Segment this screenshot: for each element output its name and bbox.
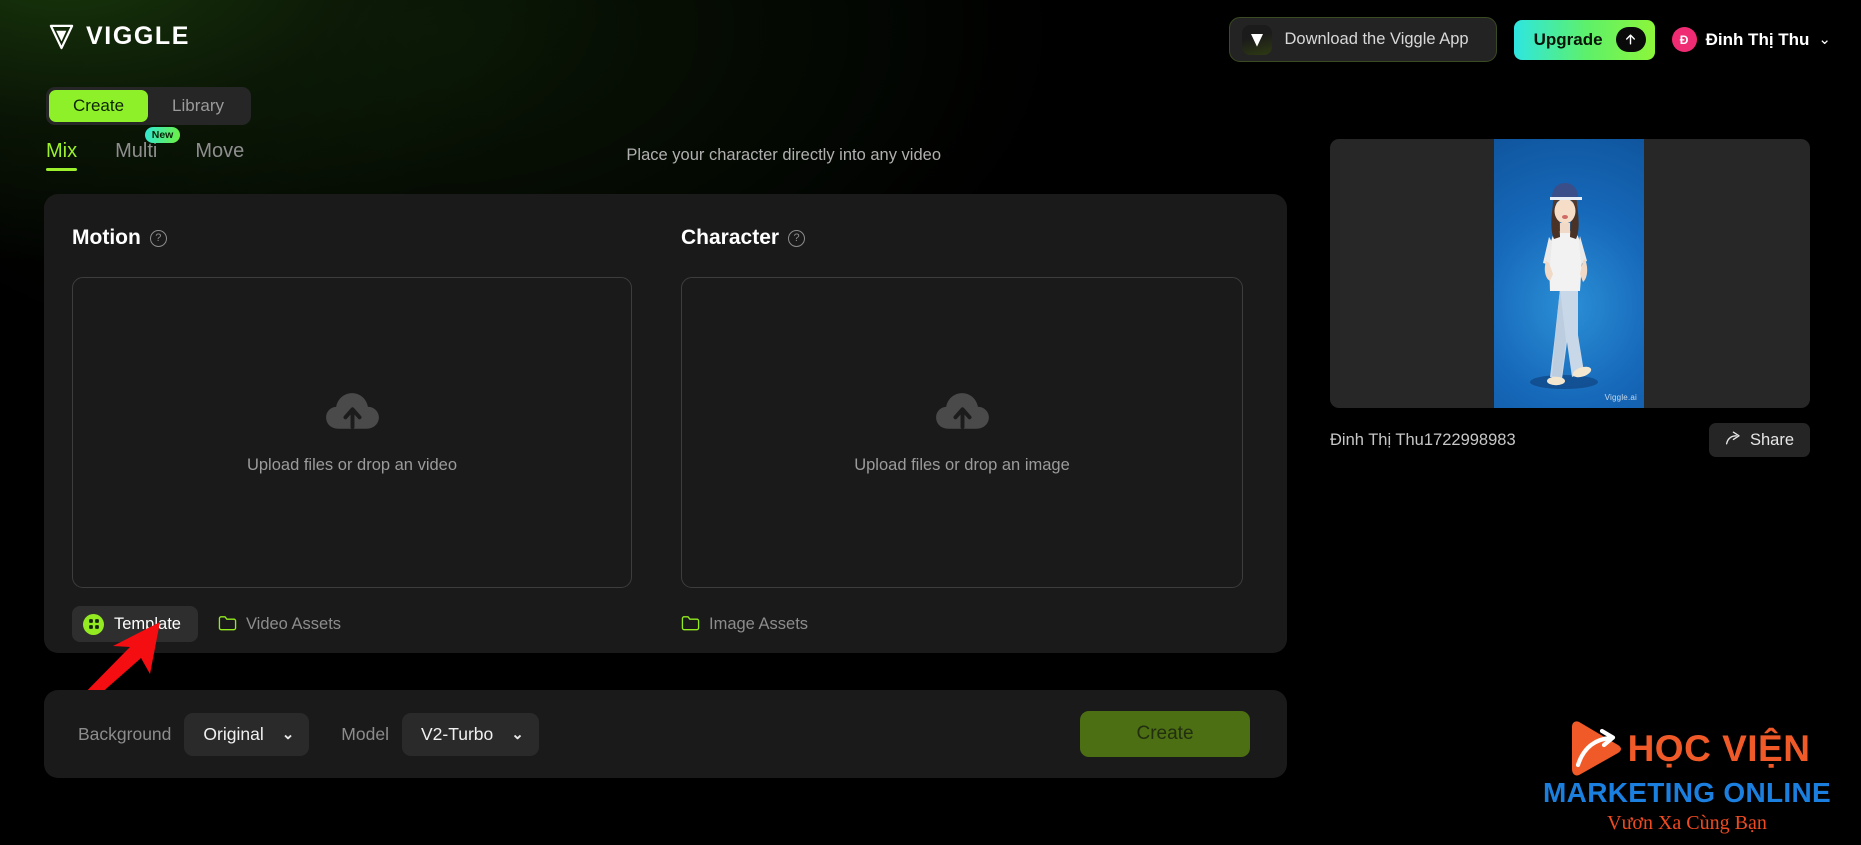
motion-dropzone-label: Upload files or drop an video — [246, 456, 458, 474]
motion-asset-row: Template Video Assets — [72, 606, 632, 642]
motion-title: Motion — [72, 226, 141, 249]
model-label: Model — [341, 723, 389, 744]
chevron-down-icon: ⌄ — [281, 725, 295, 743]
video-assets-label: Video Assets — [245, 614, 342, 633]
cloud-upload-icon — [934, 390, 991, 434]
character-title: Character — [681, 226, 780, 249]
tab-create[interactable]: Create — [49, 90, 149, 122]
brand-line-3: Vươn Xa Cùng Bạn — [1607, 812, 1767, 834]
cloud-upload-icon — [324, 390, 381, 434]
preview-title: Đinh Thị Thu1722998983 — [1330, 430, 1516, 449]
tab-mix-label: Mix — [46, 140, 78, 162]
header-actions: Download the Viggle App Upgrade Đ Đinh T… — [1228, 17, 1836, 62]
image-assets-label: Image Assets — [709, 614, 809, 633]
share-button[interactable]: Share — [1708, 423, 1810, 457]
template-label: Template — [114, 614, 181, 633]
video-watermark: Viggle.ai — [1604, 393, 1637, 402]
character-dropzone[interactable]: Upload files or drop an image — [681, 277, 1243, 588]
download-app-button[interactable]: Download the Viggle App — [1228, 17, 1497, 62]
character-pane: Character ? Upload files or drop an imag… — [681, 226, 1243, 642]
tab-multi[interactable]: Multi New — [115, 127, 181, 171]
brand-line-1: HỌC VIỆN — [1627, 727, 1811, 769]
user-name: Đinh Thị Thu — [1705, 29, 1810, 49]
character-dropzone-label: Upload files or drop an image — [854, 456, 1070, 474]
tagline-text: Place your character directly into any v… — [626, 146, 941, 164]
model-select[interactable]: V2-Turbo ⌄ — [401, 712, 539, 756]
share-arrow-icon — [1725, 431, 1741, 450]
video-assets-button[interactable]: Video Assets — [206, 606, 353, 642]
viggle-app-window: VIGGLE Download the Viggle App Upgrade Đ… — [0, 0, 1861, 845]
folder-icon — [681, 614, 700, 635]
brand-wordmark: VIGGLE — [86, 22, 191, 50]
preview-video-thumbnail[interactable]: Viggle.ai — [1494, 139, 1644, 408]
upgrade-label: Upgrade — [1533, 29, 1603, 49]
avatar: Đ — [1671, 27, 1697, 52]
arrow-up-icon — [1615, 27, 1646, 52]
character-title-row: Character ? — [681, 226, 1243, 250]
viggle-logo-icon — [48, 23, 75, 50]
chevron-down-icon: ⌄ — [1818, 31, 1831, 48]
preview-stage[interactable]: Viggle.ai — [1330, 139, 1810, 408]
viggle-app-icon — [1241, 24, 1272, 55]
background-label: Background — [78, 723, 172, 744]
mode-switch: Create Library — [46, 87, 251, 125]
download-app-label: Download the Viggle App — [1284, 30, 1469, 48]
background-value: Original — [203, 723, 264, 744]
brand-logo[interactable]: VIGGLE — [48, 22, 190, 51]
app-header: VIGGLE Download the Viggle App Upgrade Đ… — [0, 0, 1861, 84]
character-asset-row: Image Assets — [681, 606, 1243, 642]
tab-mix[interactable]: Mix — [46, 140, 78, 171]
grid-icon — [83, 613, 104, 635]
template-button[interactable]: Template — [72, 606, 198, 642]
user-menu[interactable]: Đ Đinh Thị Thu ⌄ — [1671, 27, 1835, 52]
image-assets-button[interactable]: Image Assets — [681, 606, 820, 642]
motion-title-row: Motion ? — [72, 226, 632, 250]
editor-card: Motion ? Upload files or drop an video T… — [44, 194, 1287, 653]
model-setting: Model V2-Turbo ⌄ — [341, 712, 539, 756]
question-circle-icon[interactable]: ? — [788, 229, 806, 247]
tab-multi-label: Multi — [115, 140, 158, 162]
question-circle-icon[interactable]: ? — [149, 229, 167, 247]
preview-meta: Đinh Thị Thu1722998983 Share — [1330, 423, 1810, 457]
preview-panel: Viggle.ai Đinh Thị Thu1722998983 Share — [1330, 139, 1810, 457]
tab-move-label: Move — [195, 140, 245, 162]
motion-pane: Motion ? Upload files or drop an video T… — [72, 226, 632, 642]
settings-bar: Background Original ⌄ Model V2-Turbo ⌄ C… — [44, 690, 1287, 778]
brand-watermark: HỌC VIỆN MARKETING ONLINE Vươn Xa Cùng B… — [1537, 719, 1837, 833]
background-setting: Background Original ⌄ — [78, 712, 310, 756]
share-label: Share — [1749, 430, 1794, 449]
folder-icon — [218, 614, 237, 635]
brand-watermark-row1: HỌC VIỆN — [1537, 719, 1837, 777]
upgrade-button[interactable]: Upgrade — [1513, 19, 1655, 60]
play-button-arrow-icon — [1564, 719, 1626, 777]
new-badge: New — [144, 127, 181, 144]
chevron-down-icon: ⌄ — [511, 725, 524, 743]
brand-line-2: MARKETING ONLINE — [1543, 777, 1831, 808]
tab-library[interactable]: Library — [148, 90, 248, 122]
tab-move[interactable]: Move — [195, 140, 244, 171]
motion-dropzone[interactable]: Upload files or drop an video — [72, 277, 632, 588]
background-select[interactable]: Original ⌄ — [184, 712, 310, 756]
model-value: V2-Turbo — [420, 723, 494, 744]
sub-tabs: Mix Multi New Move — [46, 127, 244, 171]
create-button[interactable]: Create — [1080, 711, 1250, 757]
